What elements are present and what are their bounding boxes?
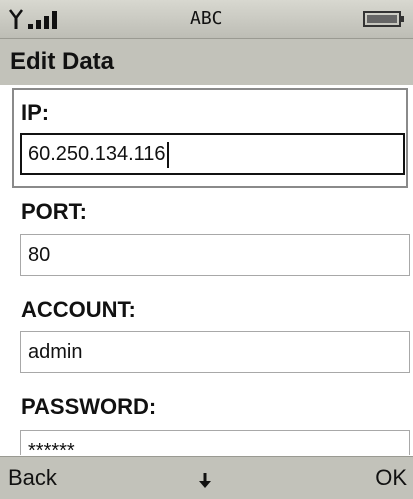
- back-softkey[interactable]: Back: [8, 465, 57, 491]
- password-label: PASSWORD:: [21, 394, 157, 419]
- battery-icon: [363, 11, 404, 27]
- ip-input[interactable]: 60.250.134.116: [20, 133, 405, 175]
- edit-form: IP: 60.250.134.116 PORT: 80 ACCOUNT: adm…: [0, 85, 413, 455]
- port-input[interactable]: 80: [20, 234, 410, 276]
- screen-title-bar: Edit Data: [0, 39, 413, 85]
- account-label: ACCOUNT:: [21, 297, 136, 322]
- password-input[interactable]: ******: [20, 430, 410, 455]
- status-bar: ABC: [0, 0, 413, 39]
- port-label: PORT:: [21, 199, 87, 224]
- ip-label: IP:: [21, 100, 50, 125]
- account-input[interactable]: admin: [20, 331, 410, 373]
- antenna-signal-icon: [9, 9, 57, 29]
- down-arrow-icon: [199, 473, 211, 488]
- input-mode-indicator: ABC: [190, 8, 223, 29]
- text-caret: [166, 141, 169, 168]
- ok-softkey[interactable]: OK: [375, 465, 407, 491]
- page-title: Edit Data: [10, 48, 115, 75]
- softkey-bar: Back OK: [0, 456, 413, 499]
